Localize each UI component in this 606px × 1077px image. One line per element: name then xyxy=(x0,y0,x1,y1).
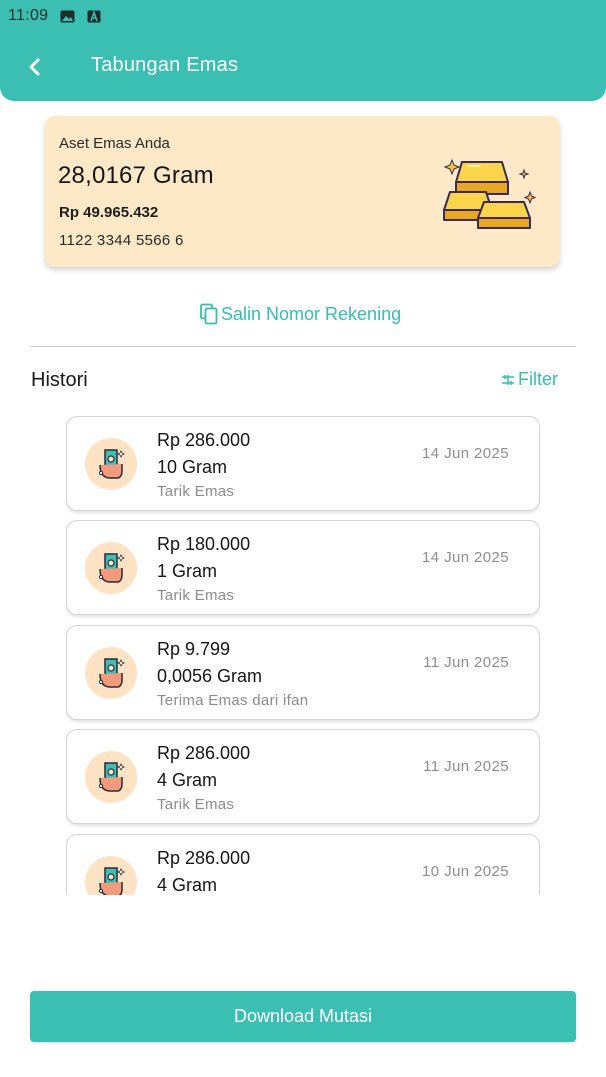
transaction-amount: Rp 286.000 xyxy=(157,743,251,763)
transaction-amount: Rp 286.000 xyxy=(157,848,251,868)
back-button[interactable] xyxy=(20,52,50,82)
chevron-left-icon xyxy=(29,58,40,76)
transaction-gram: 4 Gram xyxy=(157,770,218,790)
transaction-amount: Rp 286.000 xyxy=(157,430,251,450)
page-title: Tabungan Emas xyxy=(91,54,239,76)
withdraw-gold-icon xyxy=(85,751,137,803)
withdraw-gold-icon xyxy=(85,438,137,490)
section-divider xyxy=(31,346,576,347)
transaction-amount: Rp 180.000 xyxy=(157,534,251,554)
transaction-item[interactable]: Rp 286.000 4 Gram 10 Jun 2025 xyxy=(66,834,540,895)
transaction-date: 14 Jun 2025 xyxy=(422,445,509,462)
transaction-gram: 0,0056 Gram xyxy=(157,666,263,686)
transaction-description: Terima Emas dari ifan xyxy=(157,692,309,709)
transaction-gram: 4 Gram xyxy=(157,875,218,895)
transaction-item[interactable]: Rp 180.000 1 Gram Tarik Emas 14 Jun 2025 xyxy=(66,520,540,615)
gold-asset-card: Aset Emas Anda 28,0167 Gram Rp 49.965.43… xyxy=(45,116,560,267)
transaction-date: 11 Jun 2025 xyxy=(423,654,509,671)
filter-button[interactable]: Filter xyxy=(501,369,558,390)
transaction-item[interactable]: Rp 9.799 0,0056 Gram Terima Emas dari if… xyxy=(66,625,540,720)
font-icon xyxy=(87,9,101,22)
app-header: 11:09 Tabungan Emas xyxy=(0,0,606,101)
transaction-date: 14 Jun 2025 xyxy=(422,549,509,566)
status-bar: 11:09 xyxy=(8,6,102,26)
transaction-date: 11 Jun 2025 xyxy=(423,758,509,775)
history-title: Histori xyxy=(31,369,88,391)
asset-label: Aset Emas Anda xyxy=(59,135,170,152)
transaction-gram: 1 Gram xyxy=(157,561,218,581)
download-mutation-label: Download Mutasi xyxy=(233,1006,373,1026)
copy-icon xyxy=(200,303,218,325)
withdraw-gold-icon xyxy=(85,856,137,895)
copy-account-label: Salin Nomor Rekening xyxy=(221,303,402,324)
transaction-list[interactable]: Rp 286.000 10 Gram Tarik Emas 14 Jun 202… xyxy=(66,416,540,895)
status-time: 11:09 xyxy=(8,7,49,24)
transaction-item[interactable]: Rp 286.000 4 Gram Tarik Emas 11 Jun 2025 xyxy=(66,729,540,824)
copy-account-number-button[interactable]: Salin Nomor Rekening xyxy=(199,301,401,327)
transaction-amount: Rp 9.799 xyxy=(157,639,231,659)
transaction-date: 10 Jun 2025 xyxy=(422,863,509,880)
gold-bars-icon xyxy=(443,158,537,229)
transaction-gram: 10 Gram xyxy=(157,457,228,477)
asset-rupiah-value: Rp 49.965.432 xyxy=(59,204,159,221)
receive-gold-icon xyxy=(85,647,137,699)
withdraw-gold-icon xyxy=(85,542,137,594)
asset-gram-value: 28,0167 Gram xyxy=(58,162,214,189)
download-mutation-button[interactable]: Download Mutasi xyxy=(30,991,576,1042)
transaction-description: Tarik Emas xyxy=(157,483,235,500)
image-icon xyxy=(60,10,75,22)
transaction-item[interactable]: Rp 286.000 10 Gram Tarik Emas 14 Jun 202… xyxy=(66,416,540,511)
account-number: 1122 3344 5566 6 xyxy=(59,232,184,249)
transaction-description: Tarik Emas xyxy=(157,796,235,813)
filter-label: Filter xyxy=(518,369,558,389)
filter-icon xyxy=(502,374,514,385)
transaction-description: Tarik Emas xyxy=(157,587,235,604)
